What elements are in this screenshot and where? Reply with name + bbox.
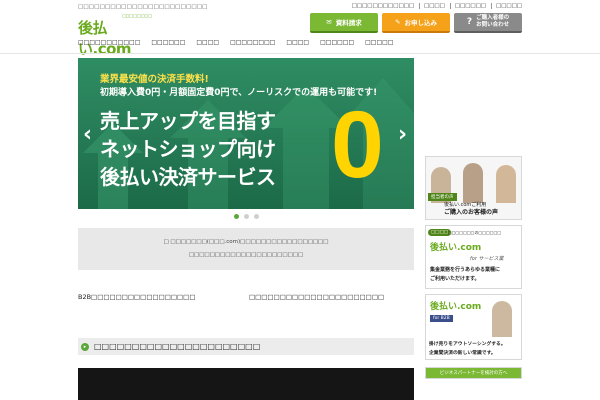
notice-line-1: □ □□□□□□□(□□□.com)□□□□□□□□□□□□□□□□□ [163, 239, 329, 245]
right-column-link[interactable]: □□□□□□□□□□□□□□□□□□□□□□ [249, 293, 384, 301]
site-tagline: □□□□□□□□□□□□□□□□□□□□□□□□ [78, 4, 208, 10]
banner2-line2: ご利用いただけます。 [430, 276, 480, 282]
buyer-contact-line1: ご購入者様の [476, 15, 510, 21]
document-request-button[interactable]: ✉ 資料請求 [310, 13, 378, 33]
buyer-contact-line2: お問い合わせ [476, 22, 510, 28]
hero-headline-1: 売上アップを目指す [100, 109, 276, 133]
buyer-contact-label: ご購入者様の お問い合わせ [476, 15, 509, 29]
top-link-3[interactable]: □□□□□□ [449, 3, 486, 9]
pencil-icon: ✎ [395, 18, 401, 26]
hero-subheading-1: 業界最安値の決済手数料! [100, 74, 209, 85]
hero-headline-3: 後払い決済サービス [100, 165, 276, 189]
person-photo-3 [496, 165, 516, 203]
hero-zero-number: 0 [331, 92, 384, 198]
hero-headline-2: ネットショップ向け [100, 137, 276, 161]
nav-item-1[interactable]: □□□□□□□□□□□ [78, 39, 140, 53]
apply-button[interactable]: ✎ お申し込み [382, 13, 450, 33]
top-links: □□□□□□□□□□□□ □□□□ □□□□□□ □□□□□ [352, 3, 522, 9]
voice-tag: 担当者の声 [428, 193, 457, 201]
mail-icon: ✉ [326, 18, 332, 26]
notice-box: □ □□□□□□□(□□□.com)□□□□□□□□□□□□□□□□□ □□□□… [78, 228, 414, 270]
slider-dot-3[interactable] [254, 214, 259, 219]
question-icon: ? [466, 16, 473, 27]
banner1-line1: 後払い.comご利用 [444, 202, 487, 208]
site-logo[interactable]: 後払い.com □□□□□□□□ [78, 13, 152, 58]
nav-item-7[interactable]: □□□□□ [365, 39, 393, 53]
banner2-top: □□□□□□□の□□□□□□ [448, 230, 502, 235]
nav-item-2[interactable]: □□□□□□ [151, 39, 185, 53]
business-partner-banner[interactable]: ビジネスパートナーを検討の方へ [425, 367, 522, 379]
service-industry-banner[interactable]: □□□□ □□□□□□□の□□□□□□ 後払い.com for サービス業 集金… [425, 225, 522, 289]
banner2-logo: 後払い.com [430, 243, 482, 253]
banner3-line2: 企業間決済の新しい常識です。 [429, 351, 496, 356]
nav-item-4[interactable]: □□□□□□□□ [230, 39, 275, 53]
nav-item-6[interactable]: □□□□□□ [320, 39, 354, 53]
person-photo-2 [463, 163, 483, 203]
section-heading: ▸ □□□□□□□□□□□□□□□□□□□□□□ [78, 338, 414, 355]
nav-item-5[interactable]: □□□□ [286, 39, 309, 53]
slider-prev-arrow-icon[interactable]: ‹ [83, 122, 92, 147]
logo-subtext: □□□□□□□□ [122, 13, 153, 18]
b2b-tag: for B2B [430, 315, 453, 322]
apply-label: お申し込み [404, 19, 437, 27]
banner2-line1: 集金業務を行うあらゆる業種に [430, 267, 501, 273]
slider-pagination [234, 214, 259, 219]
banner1-line2: ご購入のお客様の声 [444, 209, 499, 216]
b2b-link[interactable]: B2B□□□□□□□□□□□□□□□□□ [78, 293, 195, 301]
nav-item-3[interactable]: □□□□ [196, 39, 219, 53]
nav-divider [0, 53, 600, 54]
top-link-1[interactable]: □□□□□□□□□□□□ [352, 3, 414, 9]
person-photo-4 [492, 301, 512, 337]
slider-next-arrow-icon[interactable]: › [398, 122, 407, 147]
b2b-banner[interactable]: 後払い.com for B2B 掛け売りをアウトソーシングする。 企業間決済の新… [425, 294, 522, 360]
main-nav: □□□□□□□□□□□ □□□□□□ □□□□ □□□□□□□□ □□□□ □□… [78, 39, 522, 53]
slider-dot-2[interactable] [244, 214, 249, 219]
banner2-for: for サービス業 [470, 256, 504, 262]
notice-line-2: □□□□□□□□□□□□□□□□□□□□□□ [188, 252, 304, 258]
section-title: □□□□□□□□□□□□□□□□□□□□□□ [94, 342, 261, 351]
top-link-2[interactable]: □□□□ [419, 3, 445, 9]
slider-dot-1[interactable] [234, 214, 239, 219]
banner3-logo: 後払い.com [430, 302, 482, 312]
customer-voice-banner[interactable]: 担当者の声 後払い.comご利用 ご購入のお客様の声 [425, 156, 522, 220]
document-request-label: 資料請求 [335, 19, 362, 27]
video-area[interactable] [78, 368, 414, 400]
buyer-contact-button[interactable]: ? ご購入者様の お問い合わせ [454, 13, 522, 33]
hero-slider[interactable]: 業界最安値の決済手数料! 初期導入費0円・月額固定費0円で、ノーリスクでの運用も… [78, 58, 414, 209]
top-link-4[interactable]: □□□□□ [491, 3, 522, 9]
banner3-line1: 掛け売りをアウトソーシングする。 [429, 342, 506, 347]
section-arrow-icon: ▸ [81, 342, 89, 351]
